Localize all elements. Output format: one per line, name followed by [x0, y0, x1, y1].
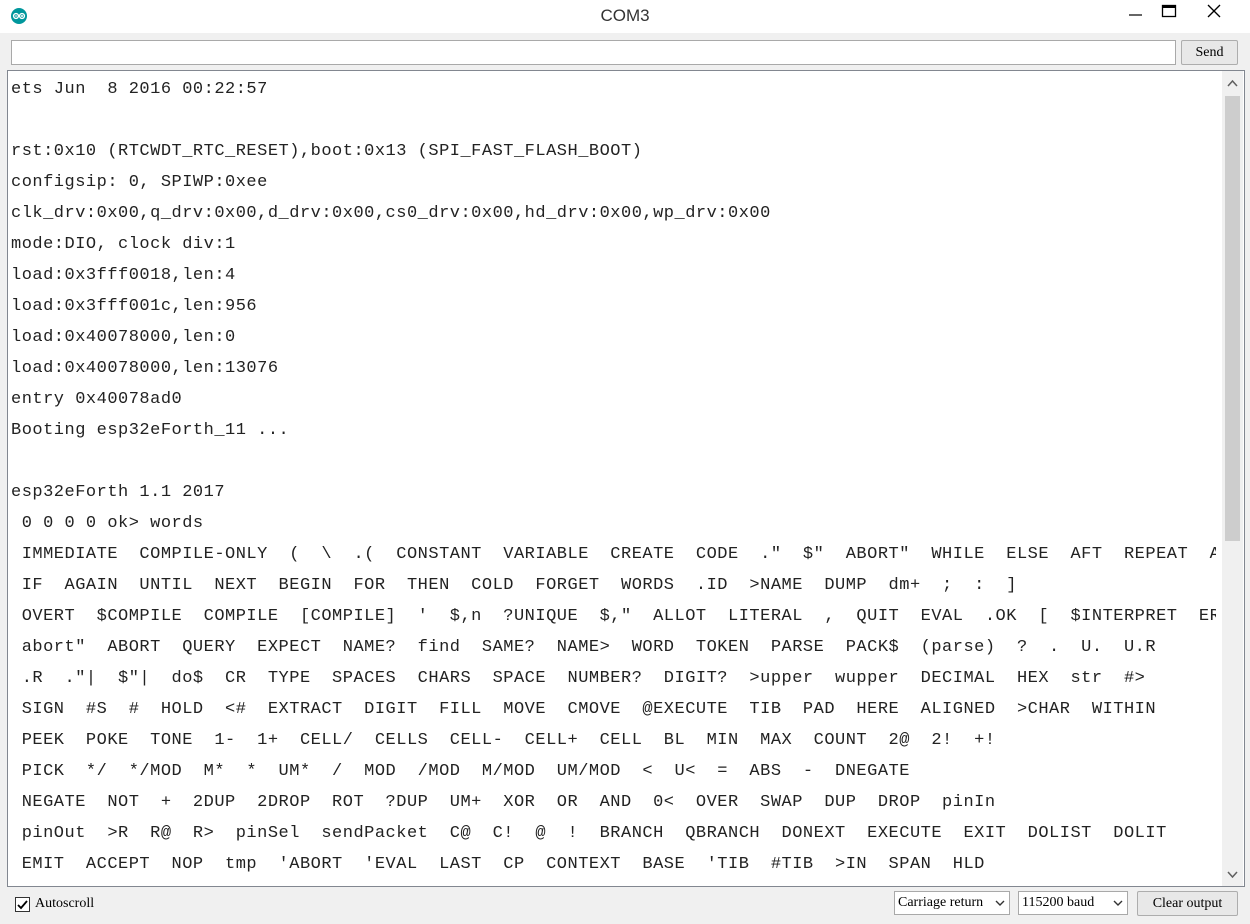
send-button[interactable]: Send — [1181, 40, 1238, 65]
output-line: clk_drv:0x00,q_drv:0x00,d_drv:0x00,cs0_d… — [11, 204, 771, 223]
output-line: NEGATE NOT + 2DUP 2DROP ROT ?DUP UM+ XOR… — [11, 793, 996, 812]
output-line: .R ."| $"| do$ CR TYPE SPACES CHARS SPAC… — [11, 669, 1146, 688]
serial-output: ets Jun 8 2016 00:22:57 rst:0x10 (RTCWDT_… — [7, 70, 1245, 887]
scroll-thumb[interactable] — [1225, 96, 1240, 541]
output-line: ets Jun 8 2016 00:22:57 — [11, 80, 268, 99]
maximize-button[interactable] — [1155, 0, 1185, 28]
output-line: load:0x3fff0018,len:4 — [11, 266, 236, 285]
minimize-button[interactable] — [1120, 0, 1150, 28]
baud-rate-value: 115200 baud — [1022, 895, 1095, 910]
close-button[interactable] — [1199, 0, 1229, 28]
vertical-scrollbar[interactable] — [1222, 71, 1243, 886]
output-line: configsip: 0, SPIWP:0xee — [11, 173, 268, 192]
send-input[interactable] — [11, 40, 1176, 65]
output-line: Booting esp32eForth_11 ... — [11, 421, 290, 440]
baud-rate-select[interactable]: 115200 baud — [1018, 891, 1128, 915]
scroll-down-icon[interactable] — [1222, 866, 1243, 883]
title-bar: COM3 — [0, 0, 1250, 33]
chevron-down-icon — [1112, 897, 1124, 909]
output-lines: ets Jun 8 2016 00:22:57 rst:0x10 (RTCWDT_… — [11, 74, 1216, 884]
chevron-down-icon — [994, 897, 1006, 909]
scroll-up-icon[interactable] — [1222, 75, 1243, 92]
autoscroll-toggle[interactable]: Autoscroll — [15, 894, 94, 914]
output-line: load:0x40078000,len:0 — [11, 328, 236, 347]
output-line: entry 0x40078ad0 — [11, 390, 183, 409]
line-ending-select[interactable]: Carriage return — [894, 891, 1010, 915]
output-line: esp32eForth 1.1 2017 — [11, 483, 226, 502]
output-line: PICK */ */MOD M* * UM* / MOD /MOD M/MOD … — [11, 762, 910, 781]
output-line: mode:DIO, clock div:1 — [11, 235, 236, 254]
autoscroll-label: Autoscroll — [35, 896, 95, 911]
output-line: OVERT $COMPILE COMPILE [COMPILE] ' $,n ?… — [11, 607, 1216, 626]
output-line: load:0x3fff001c,len:956 — [11, 297, 258, 316]
autoscroll-checkbox[interactable] — [15, 896, 30, 912]
output-line: abort" ABORT QUERY EXPECT NAME? find SAM… — [11, 638, 1157, 657]
output-line: IMMEDIATE COMPILE-ONLY ( \ .( CONSTANT V… — [11, 545, 1216, 564]
window-title: COM3 — [600, 6, 650, 25]
line-ending-value: Carriage return — [898, 895, 984, 910]
output-line: 0 0 0 0 ok> words — [11, 514, 204, 533]
output-line: load:0x40078000,len:13076 — [11, 359, 279, 378]
output-line: IF AGAIN UNTIL NEXT BEGIN FOR THEN COLD … — [11, 576, 1017, 595]
clear-output-button[interactable]: Clear output — [1137, 891, 1238, 916]
output-line: SIGN #S # HOLD <# EXTRACT DIGIT FILL MOV… — [11, 700, 1157, 719]
output-line: EMIT ACCEPT NOP tmp 'ABORT 'EVAL LAST CP… — [11, 855, 985, 874]
output-line: pinOut >R R@ R> pinSel sendPacket C@ C! … — [11, 824, 1167, 843]
output-line: PEEK POKE TONE 1- 1+ CELL/ CELLS CELL- C… — [11, 731, 996, 750]
output-line: rst:0x10 (RTCWDT_RTC_RESET),boot:0x13 (S… — [11, 142, 643, 161]
